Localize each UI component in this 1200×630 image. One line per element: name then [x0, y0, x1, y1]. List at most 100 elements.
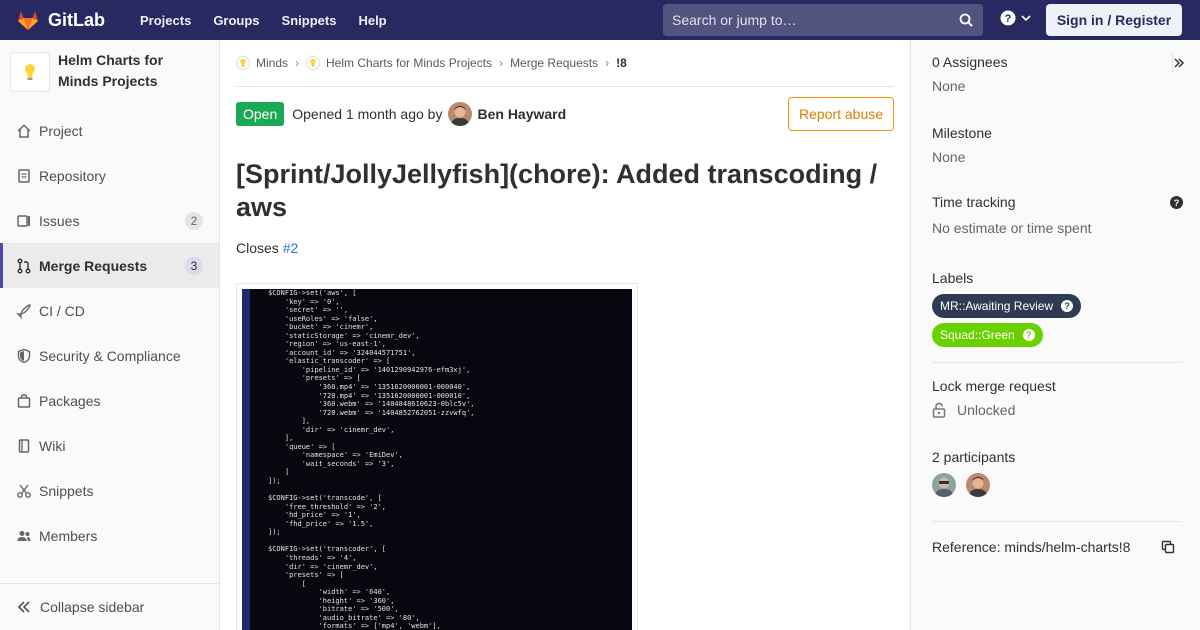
- double-chevron-left-icon: [16, 599, 32, 615]
- breadcrumb-separator: ›: [499, 56, 504, 70]
- time-tracking-value: No estimate or time spent: [932, 220, 1092, 236]
- breadcrumb-item-group[interactable]: Minds: [236, 56, 288, 70]
- assignees-title: 0 Assignees: [932, 54, 1008, 70]
- nav-projects[interactable]: Projects: [129, 13, 202, 28]
- sidebar-item-repository[interactable]: Repository: [0, 153, 219, 198]
- sidebar-item-issues[interactable]: Issues 2: [0, 198, 219, 243]
- question-circle-icon[interactable]: ?: [1170, 196, 1183, 209]
- label-squad-green[interactable]: Squad::Green ?: [932, 323, 1043, 347]
- rocket-icon: [16, 303, 32, 319]
- breadcrumb-label: Minds: [256, 56, 289, 70]
- collapse-sidebar-label: Collapse sidebar: [40, 599, 145, 615]
- double-chevron-right-icon[interactable]: [1173, 57, 1185, 69]
- chevron-down-icon: [1021, 15, 1031, 22]
- time-tracking-block: Time tracking No estimate or time spent …: [932, 194, 1183, 248]
- collapse-sidebar-button[interactable]: Collapse sidebar: [0, 583, 219, 630]
- breadcrumb-item-merge-requests[interactable]: Merge Requests: [510, 56, 598, 70]
- assignees-block: 0 Assignees None: [932, 54, 1185, 112]
- sidebar-nav: Project Repository Issues 2 Merge Reques…: [0, 108, 219, 558]
- time-tracking-title: Time tracking: [932, 194, 1016, 210]
- labels-list: MR::Awaiting Review ?: [932, 294, 1182, 318]
- question-circle-icon: ?: [1000, 10, 1016, 26]
- merge-request-header: Open Opened 1 month ago by Ben Hayward R…: [236, 87, 894, 141]
- sidebar-item-label: Snippets: [39, 482, 94, 499]
- tanuki-icon: [18, 11, 38, 30]
- lock-open-icon: [932, 402, 946, 418]
- sidebar-item-wiki[interactable]: Wiki: [0, 423, 219, 468]
- code-text: $CONFIG->set('aws', [ 'key' => '0', 'sec…: [268, 289, 475, 630]
- milestone-block: Milestone None: [932, 125, 1182, 179]
- sidebar-item-label: Merge Requests: [39, 257, 148, 274]
- sidebar-divider: [1172, 54, 1173, 72]
- breadcrumb-current[interactable]: !8: [616, 56, 627, 70]
- issues-count-badge: 2: [185, 212, 203, 230]
- sidebar-item-label: Packages: [39, 392, 101, 409]
- top-navbar: GitLab Projects Groups Snippets Help ? S…: [0, 0, 1200, 40]
- package-icon: [16, 393, 32, 409]
- help-dropdown[interactable]: ?: [1000, 10, 1032, 26]
- sidebar-item-merge-requests[interactable]: Merge Requests 3: [0, 243, 219, 288]
- report-abuse-button[interactable]: Report abuse: [788, 97, 894, 131]
- labels-list-row-2: Squad::Green ?: [932, 323, 1182, 347]
- project-sidebar: Helm Charts for Minds Projects Project R…: [0, 40, 220, 630]
- sidebar-item-members[interactable]: Members: [0, 513, 219, 558]
- reference-block: Reference: minds/helm-charts!8: [932, 539, 1182, 569]
- reference-text: Reference: minds/helm-charts!8: [932, 539, 1131, 555]
- svg-text:?: ?: [1005, 13, 1012, 25]
- nav-snippets[interactable]: Snippets: [271, 13, 348, 28]
- sidebar-item-label: Security & Compliance: [39, 347, 181, 364]
- lightbulb-icon: [236, 56, 250, 70]
- sidebar-item-ci-cd[interactable]: CI / CD: [0, 288, 219, 333]
- search-input[interactable]: [663, 12, 948, 28]
- participants-block: 2 participants: [932, 449, 1182, 522]
- question-circle-icon: ?: [1061, 300, 1074, 312]
- closes-issue-link[interactable]: #2: [283, 240, 299, 256]
- merge-request-title: [Sprint/JollyJellyfish](chore): Added tr…: [236, 159, 878, 222]
- nav-groups[interactable]: Groups: [202, 13, 270, 28]
- breadcrumb-item-project[interactable]: Helm Charts for Minds Projects: [306, 56, 492, 70]
- lightbulb-icon: [306, 56, 321, 70]
- label-text: Squad::Green: [940, 328, 1015, 342]
- question-circle-icon: ?: [1022, 329, 1035, 341]
- lock-value: Unlocked: [957, 402, 1016, 418]
- author-name[interactable]: Ben Hayward: [477, 106, 566, 122]
- closes-label: Closes: [236, 240, 279, 256]
- participants-list: [932, 473, 1182, 500]
- labels-block: Labels MR::Awaiting Review ? Squad::Gree…: [932, 270, 1182, 363]
- participant-avatar[interactable]: [932, 473, 956, 497]
- search-icon[interactable]: [959, 13, 973, 27]
- home-icon: [16, 123, 32, 139]
- merge-requests-count-badge: 3: [185, 257, 203, 275]
- top-nav: Projects Groups Snippets Help: [129, 13, 398, 28]
- search-box: [663, 4, 983, 36]
- sidebar-item-project[interactable]: Project: [0, 108, 219, 153]
- participant-avatar[interactable]: [966, 473, 990, 497]
- lock-title: Lock merge request: [932, 378, 1056, 394]
- issues-icon: [16, 213, 32, 229]
- copy-icon[interactable]: [1161, 540, 1175, 554]
- breadcrumb-separator: ›: [295, 56, 300, 70]
- editor-gutter: [242, 289, 250, 630]
- merge-request-main: Minds › Helm Charts for Minds Projects ›…: [236, 40, 894, 630]
- nav-help[interactable]: Help: [347, 13, 397, 28]
- breadcrumb-separator: ›: [605, 56, 610, 70]
- sidebar-item-label: Members: [39, 527, 98, 544]
- sidebar-item-packages[interactable]: Packages: [0, 378, 219, 423]
- participants-title: 2 participants: [932, 449, 1016, 465]
- merge-request-icon: [16, 258, 32, 274]
- sidebar-item-label: Project: [39, 122, 83, 139]
- sidebar-item-snippets[interactable]: Snippets: [0, 468, 219, 513]
- breadcrumb: Minds › Helm Charts for Minds Projects ›…: [236, 40, 894, 87]
- gitlab-logo[interactable]: GitLab: [16, 8, 105, 32]
- label-mr-awaiting-review[interactable]: MR::Awaiting Review ?: [932, 294, 1082, 318]
- sidebar-item-security[interactable]: Security & Compliance: [0, 333, 219, 378]
- lightbulb-icon: [25, 64, 35, 80]
- code-screenshot-image: $CONFIG->set('aws', [ 'key' => '0', 'sec…: [242, 289, 632, 630]
- sidebar-item-label: CI / CD: [39, 302, 85, 319]
- author-avatar[interactable]: [448, 102, 473, 126]
- issuable-sidebar: 0 Assignees None Milestone None Time tra…: [910, 40, 1200, 630]
- code-screenshot[interactable]: $CONFIG->set('aws', [ 'key' => '0', 'sec…: [236, 283, 638, 630]
- brand-name: GitLab: [48, 9, 105, 30]
- project-header[interactable]: Helm Charts for Minds Projects: [0, 40, 219, 108]
- sign-in-button[interactable]: Sign in / Register: [1046, 4, 1182, 36]
